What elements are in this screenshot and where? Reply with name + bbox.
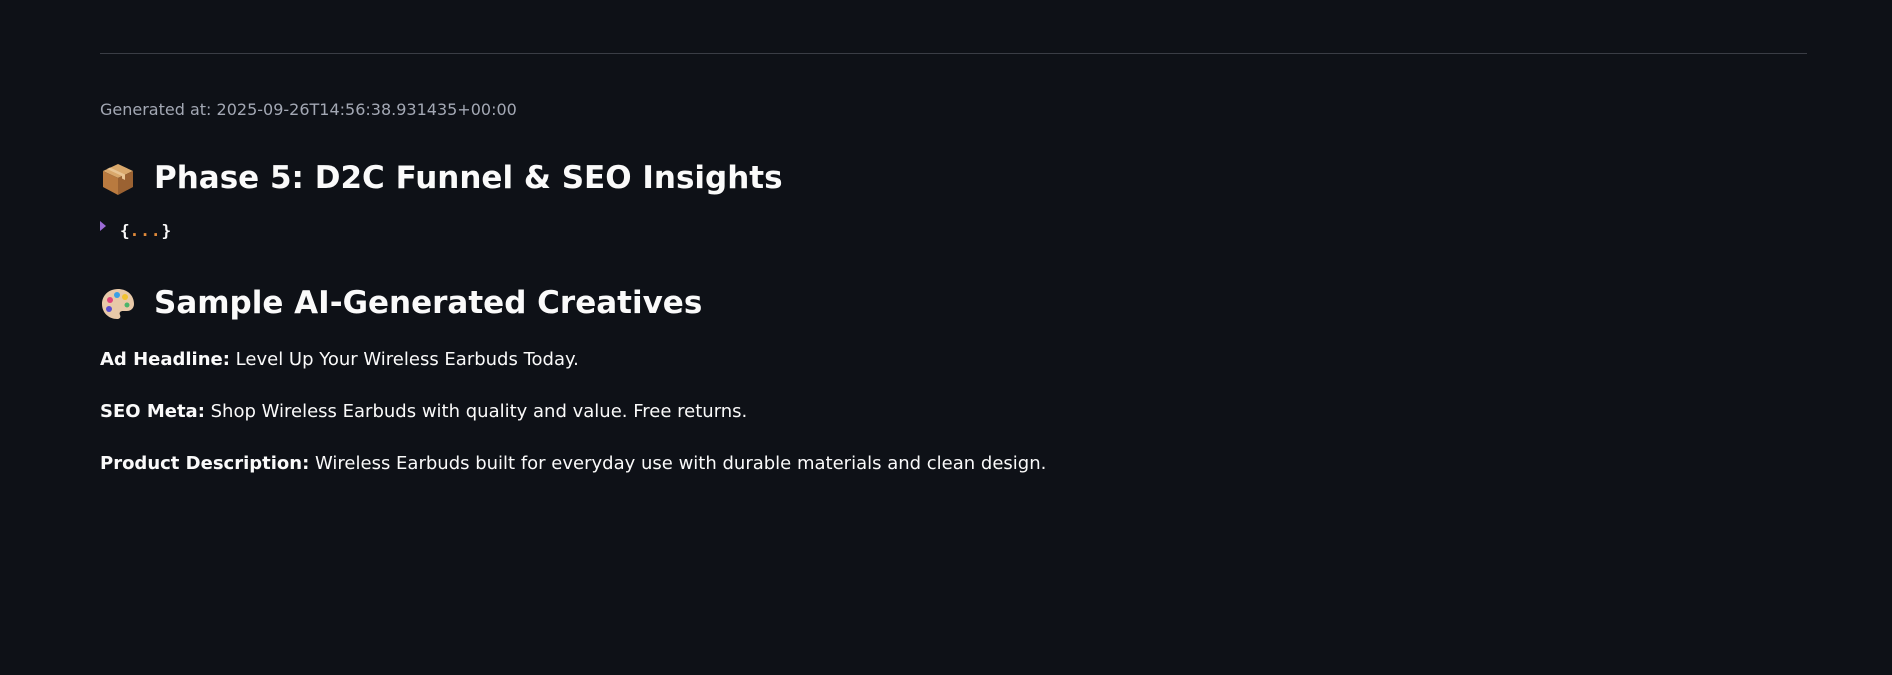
generated-at-caption: Generated at: 2025-09-26T14:56:38.931435… xyxy=(100,100,517,119)
seo-meta-value: Shop Wireless Earbuds with quality and v… xyxy=(204,401,748,422)
horizontal-divider xyxy=(100,53,1807,54)
json-expander[interactable]: { ... } xyxy=(100,220,172,240)
phase-5-heading: Phase 5: D2C Funnel & SEO Insights xyxy=(100,160,783,197)
caret-right-icon[interactable] xyxy=(100,220,106,231)
creatives-heading: Sample AI-Generated Creatives xyxy=(100,285,702,322)
package-icon xyxy=(100,161,136,197)
ad-headline-label: Ad Headline: xyxy=(100,349,230,370)
product-description-line: Product Description: Wireless Earbuds bu… xyxy=(100,453,1046,474)
seo-meta-label: SEO Meta: xyxy=(100,401,205,422)
phase-5-title: Phase 5: D2C Funnel & SEO Insights xyxy=(154,160,783,196)
artist-palette-icon xyxy=(100,286,136,322)
product-description-value: Wireless Earbuds built for everyday use … xyxy=(309,453,1047,474)
json-open-brace: { xyxy=(120,221,130,240)
seo-meta-line: SEO Meta: Shop Wireless Earbuds with qua… xyxy=(100,401,747,422)
json-collapsed-dots[interactable]: ... xyxy=(130,221,162,240)
creatives-title: Sample AI-Generated Creatives xyxy=(154,285,703,321)
ad-headline-line: Ad Headline: Level Up Your Wireless Earb… xyxy=(100,349,579,370)
product-description-label: Product Description: xyxy=(100,453,310,474)
ad-headline-value: Level Up Your Wireless Earbuds Today. xyxy=(229,349,579,370)
json-close-brace: } xyxy=(161,221,172,240)
